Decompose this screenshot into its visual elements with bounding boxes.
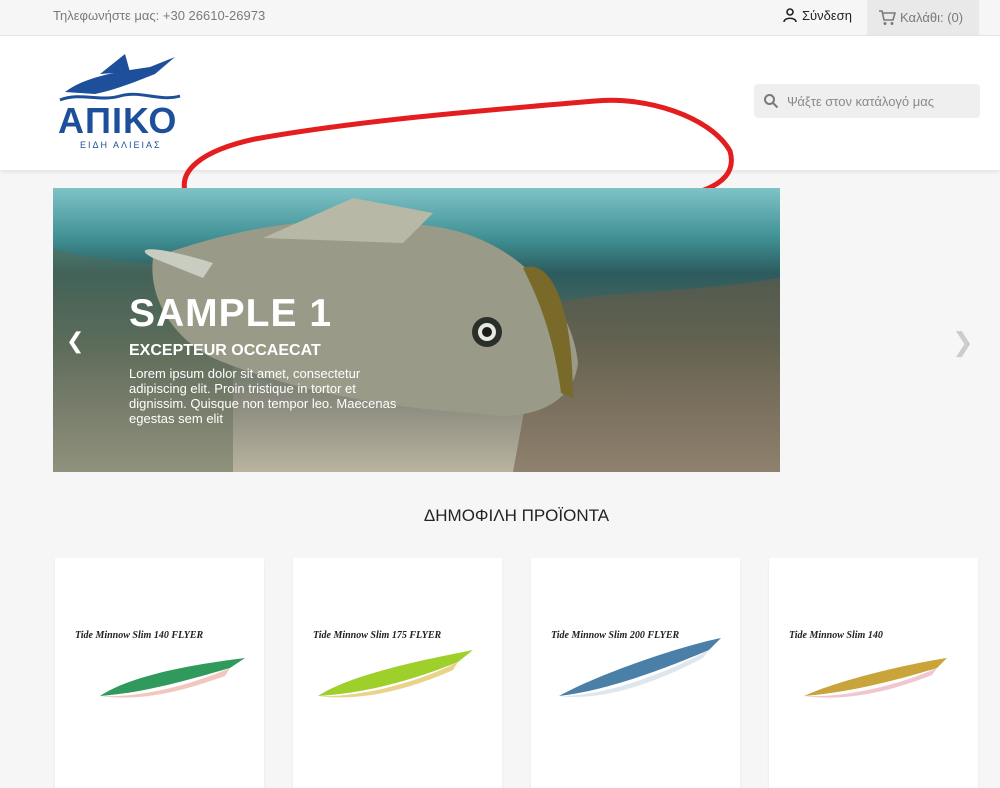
cart-icon [879, 9, 896, 25]
lure-image [559, 638, 721, 698]
marlin-logo-icon [59, 54, 181, 102]
slide-caption: SAMPLE 1 EXCEPTEUR OCCAECAT Lorem ipsum … [129, 292, 399, 426]
site-logo[interactable]: ΑΠΙΚΟ ΕΙΔΗ ΑΛΙΕΙΑΣ [55, 52, 190, 152]
product-card[interactable]: Tide Minnow Slim 200 FLYER [531, 558, 740, 788]
image-slider[interactable]: ❮ SAMPLE 1 EXCEPTEUR OCCAECAT Lorem ipsu… [53, 188, 780, 472]
lure-image [100, 658, 245, 698]
popular-products-title: ΔΗΜΟΦΙΛΗ ΠΡΟΪΟΝΤΑ [423, 506, 610, 525]
header: ΑΠΙΚΟ ΕΙΔΗ ΑΛΙΕΙΑΣ [0, 36, 1000, 211]
logo-brand: ΑΠΙΚΟ [58, 100, 178, 141]
lure-image [804, 658, 947, 698]
cart-button[interactable]: Καλάθι: (0) [867, 0, 979, 35]
slide-text: Lorem ipsum dolor sit amet, consectetur … [129, 366, 397, 426]
search-bar[interactable] [754, 84, 980, 118]
logo-subtitle: ΕΙΔΗ ΑΛΙΕΙΑΣ [80, 140, 162, 150]
slider-next-arrow-icon[interactable]: ❯ [952, 327, 974, 358]
contact-phone: Τηλεφωνήστε μας: +30 26610-26973 [53, 8, 266, 23]
signin-label: Σύνδεση [802, 7, 852, 23]
product-card[interactable]: Tide Minnow Slim 140 FLYER [55, 558, 264, 788]
lure-image [318, 650, 473, 698]
slider-prev-arrow-icon[interactable]: ❮ [66, 328, 84, 354]
search-input[interactable] [785, 92, 969, 110]
product-card[interactable]: Tide Minnow Slim 140 [769, 558, 978, 788]
cart-label: Καλάθι: (0) [900, 10, 964, 25]
slide-title: SAMPLE 1 [129, 292, 333, 335]
product-card[interactable]: Tide Minnow Slim 175 FLYER [293, 558, 502, 788]
search-icon [764, 94, 779, 109]
top-bar: Τηλεφωνήστε μας: +30 26610-26973 Σύνδεση… [0, 0, 1000, 36]
slide-subtitle: EXCEPTEUR OCCAECAT [129, 342, 321, 359]
user-icon [783, 8, 797, 23]
signin-link[interactable]: Σύνδεση [782, 7, 852, 23]
